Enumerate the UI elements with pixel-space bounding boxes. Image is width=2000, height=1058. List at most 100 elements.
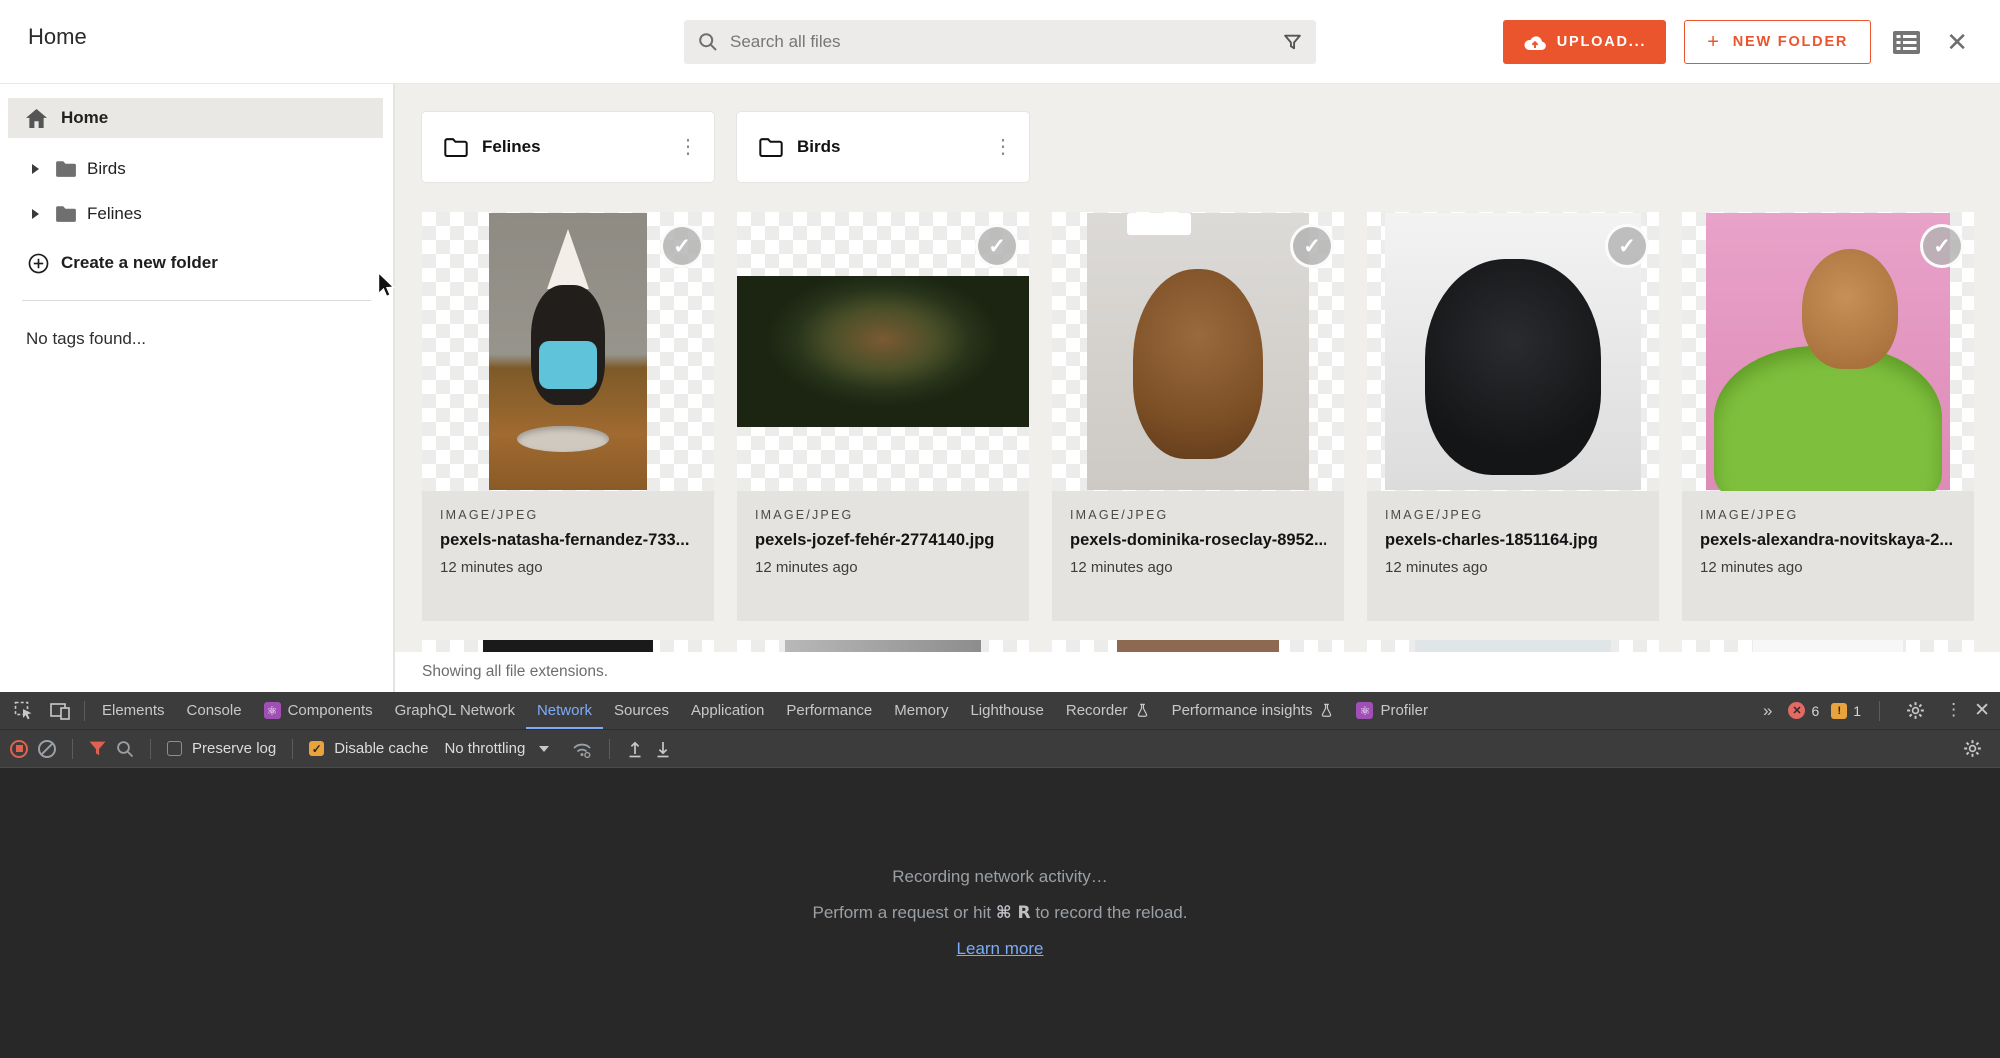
check-icon: ✓ (673, 234, 691, 259)
tab-graphql-network[interactable]: GraphQL Network (384, 692, 526, 729)
check-icon: ✓ (1303, 234, 1321, 259)
partial-thumbnail[interactable] (1052, 640, 1344, 652)
more-tabs-button[interactable]: » (1759, 701, 1776, 721)
filter-icon[interactable] (1283, 33, 1302, 52)
devtools-menu-button[interactable]: ⋮ (1945, 705, 1962, 715)
network-filter-icon[interactable] (89, 741, 106, 756)
tab-components[interactable]: Components (253, 692, 384, 729)
react-icon (264, 702, 281, 719)
device-toolbar-button[interactable] (42, 692, 78, 729)
divider (1879, 701, 1880, 721)
search-bar[interactable] (684, 20, 1316, 64)
partial-thumbnail[interactable] (422, 640, 714, 652)
network-settings-button[interactable] (1955, 739, 1990, 758)
kebab-menu-icon[interactable]: ⋮ (993, 142, 1011, 153)
select-checkmark[interactable]: ✓ (1290, 224, 1334, 268)
devtools-close-button[interactable]: ✕ (1974, 699, 1990, 722)
sidebar-item-felines[interactable]: Felines (0, 191, 393, 236)
file-thumbnail[interactable]: ✓ (1367, 212, 1659, 491)
select-checkmark[interactable]: ✓ (660, 224, 704, 268)
file-thumbnail[interactable]: ✓ (1052, 212, 1344, 491)
tab-memory[interactable]: Memory (883, 692, 959, 729)
tab-label: Elements (102, 702, 165, 719)
tab-console[interactable]: Console (176, 692, 253, 729)
sidebar-item-home[interactable]: Home (8, 98, 383, 138)
tab-application[interactable]: Application (680, 692, 775, 729)
search-input[interactable] (730, 32, 1283, 52)
file-card[interactable]: ✓ IMAGE/JPEG pexels-natasha-fernandez-73… (422, 212, 714, 621)
folder-cards-row: Felines ⋮ Birds ⋮ (422, 112, 2000, 182)
file-name: pexels-alexandra-novitskaya-2... (1700, 531, 1956, 550)
record-hint-text: Perform a request or hit ⌘ R to record t… (813, 903, 1188, 923)
select-checkmark[interactable]: ✓ (975, 224, 1019, 268)
throttling-select[interactable]: No throttling (444, 740, 549, 757)
select-checkmark[interactable]: ✓ (1920, 224, 1964, 268)
disable-cache-checkbox[interactable]: ✓ (309, 741, 324, 756)
file-name: pexels-charles-1851164.jpg (1385, 531, 1641, 550)
list-view-button[interactable] (1889, 27, 1924, 58)
tab-elements[interactable]: Elements (91, 692, 176, 729)
file-card[interactable]: ✓ IMAGE/JPEG pexels-charles-1851164.jpg … (1367, 212, 1659, 621)
file-thumbnail[interactable]: ✓ (737, 212, 1029, 491)
file-type: IMAGE/JPEG (1385, 508, 1641, 522)
folder-card-felines[interactable]: Felines ⋮ (422, 112, 714, 182)
inspect-element-button[interactable] (6, 692, 42, 729)
tab-lighthouse[interactable]: Lighthouse (959, 692, 1054, 729)
preserve-log-checkbox[interactable] (167, 741, 182, 756)
expand-caret-icon[interactable] (32, 209, 39, 219)
new-folder-button[interactable]: + NEW FOLDER (1684, 20, 1871, 64)
tab-network[interactable]: Network (526, 692, 603, 729)
kebab-menu-icon[interactable]: ⋮ (678, 142, 696, 153)
export-har-icon[interactable] (626, 740, 644, 758)
import-har-icon[interactable] (654, 740, 672, 758)
select-checkmark[interactable]: ✓ (1605, 224, 1649, 268)
record-network-button[interactable] (10, 740, 28, 758)
throttling-value: No throttling (444, 740, 525, 757)
error-badge[interactable]: ✕ 6 (1788, 702, 1819, 719)
devtools-tabbar-right: » ✕ 6 ! 1 (1759, 692, 2000, 729)
photo-black-pug (1385, 213, 1641, 490)
tab-profiler[interactable]: Profiler (1345, 692, 1439, 729)
network-conditions-icon[interactable] (571, 739, 593, 759)
photo-dog-party-hat (489, 213, 647, 490)
network-search-icon[interactable] (116, 740, 134, 758)
expand-caret-icon[interactable] (32, 164, 39, 174)
photo-detail (1127, 213, 1191, 235)
tab-label: Application (691, 702, 764, 719)
file-name: pexels-dominika-roseclay-8952... (1070, 531, 1326, 550)
file-meta: IMAGE/JPEG pexels-natasha-fernandez-733.… (422, 491, 714, 621)
tab-recorder[interactable]: Recorder (1055, 692, 1161, 729)
tab-label: Memory (894, 702, 948, 719)
file-type: IMAGE/JPEG (1700, 508, 1956, 522)
folder-card-name: Felines (482, 137, 664, 157)
devtools-panel: Elements Console Components GraphQL Netw… (0, 692, 2000, 1058)
close-window-button[interactable]: ✕ (1942, 25, 1972, 59)
clear-network-button[interactable] (38, 740, 56, 758)
photo-detail (1415, 640, 1611, 652)
create-folder-button[interactable]: Create a new folder (0, 240, 393, 286)
file-card[interactable]: ✓ IMAGE/JPEG pexels-jozef-fehér-2774140.… (737, 212, 1029, 621)
tab-performance[interactable]: Performance (775, 692, 883, 729)
learn-more-link[interactable]: Learn more (957, 939, 1044, 959)
devtools-settings-button[interactable] (1898, 701, 1933, 720)
folder-outline-icon (759, 138, 783, 157)
folder-card-birds[interactable]: Birds ⋮ (737, 112, 1029, 182)
tab-label: Profiler (1380, 702, 1428, 719)
file-card[interactable]: ✓ IMAGE/JPEG pexels-alexandra-novitskaya… (1682, 212, 1974, 621)
partial-thumbnail[interactable] (1682, 640, 1974, 652)
chevron-down-icon (539, 746, 549, 752)
network-empty-state: Recording network activity… Perform a re… (0, 768, 2000, 1057)
sidebar-home-label: Home (61, 108, 108, 128)
file-card[interactable]: ✓ IMAGE/JPEG pexels-dominika-roseclay-89… (1052, 212, 1344, 621)
file-thumbnail[interactable]: ✓ (1682, 212, 1974, 491)
partial-thumbnail[interactable] (737, 640, 1029, 652)
tab-label: Sources (614, 702, 669, 719)
tab-performance-insights[interactable]: Performance insights (1161, 692, 1346, 729)
file-meta: IMAGE/JPEG pexels-charles-1851164.jpg 12… (1367, 491, 1659, 621)
sidebar-item-birds[interactable]: Birds (0, 146, 393, 191)
tab-sources[interactable]: Sources (603, 692, 680, 729)
warning-badge[interactable]: ! 1 (1831, 703, 1861, 719)
upload-button[interactable]: UPLOAD... (1503, 20, 1667, 64)
file-thumbnail[interactable]: ✓ (422, 212, 714, 491)
partial-thumbnail[interactable] (1367, 640, 1659, 652)
